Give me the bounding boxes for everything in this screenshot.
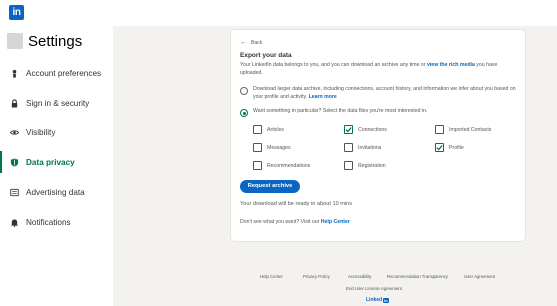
learn-more-link[interactable]: Learn more	[309, 94, 337, 100]
checkbox-label: Messages	[267, 144, 291, 151]
radio-button-selected[interactable]	[240, 109, 248, 117]
checkbox-box[interactable]	[253, 143, 262, 152]
sidebar-item-label: Data privacy	[26, 157, 75, 167]
request-archive-button[interactable]: Request archive	[240, 180, 300, 193]
sidebar-item-account-preferences[interactable]: Account preferences	[0, 62, 113, 84]
checkbox-label: Articles	[267, 126, 285, 133]
checkmark-icon	[345, 127, 352, 133]
sidebar-item-label: Sign in & security	[26, 98, 90, 108]
checkbox-box[interactable]	[344, 161, 353, 170]
lock-icon	[9, 98, 19, 108]
top-bar: in	[0, 0, 557, 26]
footer-linkedin-logo: Linked in	[366, 297, 389, 303]
checkbox-invitations[interactable]: Invitations	[344, 143, 381, 152]
view-rich-media-link[interactable]: view the rich media	[427, 62, 475, 68]
radio-label: Want something in particular? Select the…	[253, 108, 428, 114]
card-description: Your LinkedIn data belongs to you, and y…	[240, 62, 518, 78]
checkbox-label: Invitations	[358, 144, 382, 151]
eye-icon	[9, 127, 19, 137]
settings-sidebar: Settings Account preferences Sign in & s…	[0, 26, 113, 306]
help-prefix: Don't see what you want? Visit our	[240, 219, 321, 225]
footer-link-accessibility[interactable]: Accessibility	[348, 274, 371, 279]
checkbox-label: Recommendations	[267, 162, 311, 169]
footer-link-eula[interactable]: End User License Agreement	[346, 286, 402, 291]
radio-button[interactable]	[240, 87, 248, 95]
back-link[interactable]: ← Back	[240, 39, 262, 46]
checkbox-box[interactable]	[344, 143, 353, 152]
sidebar-item-sign-in-security[interactable]: Sign in & security	[0, 92, 113, 114]
sidebar-item-advertising-data[interactable]: Advertising data	[0, 181, 113, 203]
card-title: Export your data	[240, 52, 292, 59]
radio-label: Download larger data archive, including …	[253, 86, 518, 102]
footer-link-user-agreement[interactable]: User Agreement	[464, 274, 495, 279]
newspaper-icon	[9, 187, 19, 197]
footer-brand-in: in	[383, 297, 389, 303]
checkbox-recommendations[interactable]: Recommendations	[253, 161, 310, 170]
person-icon	[9, 68, 19, 78]
checkmark-icon	[436, 145, 443, 151]
checkbox-label: Registration	[358, 162, 386, 169]
settings-title: Settings	[28, 32, 83, 50]
sidebar-item-visibility[interactable]: Visibility	[0, 121, 113, 143]
footer-link-recommendation-transparency[interactable]: Recommendation Transparency	[387, 274, 448, 279]
shield-icon	[9, 157, 19, 167]
checkbox-box[interactable]	[253, 125, 262, 134]
footer-link-privacy-policy[interactable]: Privacy Policy	[303, 274, 330, 279]
checkbox-label: Profile	[449, 144, 464, 151]
checkbox-connections[interactable]: Connections	[344, 125, 387, 134]
export-data-card: ← Back Export your data Your LinkedIn da…	[231, 30, 525, 241]
sidebar-item-label: Account preferences	[26, 68, 102, 78]
linkedin-logo[interactable]: in	[9, 5, 24, 20]
help-line: Don't see what you want? Visit our Help …	[240, 219, 350, 225]
bell-icon	[9, 217, 19, 227]
checkbox-registration[interactable]: Registration	[344, 161, 386, 170]
avatar[interactable]	[7, 33, 23, 49]
back-label: Back	[251, 39, 263, 46]
radio-option-full-archive[interactable]: Download larger data archive, including …	[240, 86, 518, 102]
sidebar-item-label: Visibility	[26, 127, 56, 137]
checkbox-box-checked[interactable]	[344, 125, 353, 134]
sidebar-item-label: Advertising data	[26, 187, 85, 197]
settings-header: Settings	[7, 31, 82, 51]
checkbox-box[interactable]	[435, 125, 444, 134]
checkbox-imported-contacts[interactable]: Imported Contacts	[435, 125, 491, 134]
sidebar-item-notifications[interactable]: Notifications	[0, 211, 113, 233]
help-center-link[interactable]: Help Center	[321, 219, 350, 225]
checkbox-articles[interactable]: Articles	[253, 125, 284, 134]
checkbox-label: Connections	[358, 126, 387, 133]
checkbox-messages[interactable]: Messages	[253, 143, 291, 152]
radio-label-text: Download larger data archive, including …	[253, 86, 516, 100]
arrow-left-icon: ←	[240, 39, 247, 46]
footer-link-help-center[interactable]: Help Center	[260, 274, 283, 279]
ready-status-text: Your download will be ready in about 10 …	[240, 201, 353, 207]
radio-option-specific-files[interactable]: Want something in particular? Select the…	[240, 108, 518, 117]
checkbox-box-checked[interactable]	[435, 143, 444, 152]
sidebar-item-label: Notifications	[26, 217, 71, 227]
checkbox-label: Imported Contacts	[449, 126, 492, 133]
desc-text: Your LinkedIn data belongs to you, and y…	[240, 62, 427, 68]
footer-brand-text: Linked	[366, 297, 383, 303]
checkbox-profile[interactable]: Profile	[435, 143, 464, 152]
sidebar-item-data-privacy[interactable]: Data privacy	[0, 151, 113, 173]
checkbox-box[interactable]	[253, 161, 262, 170]
